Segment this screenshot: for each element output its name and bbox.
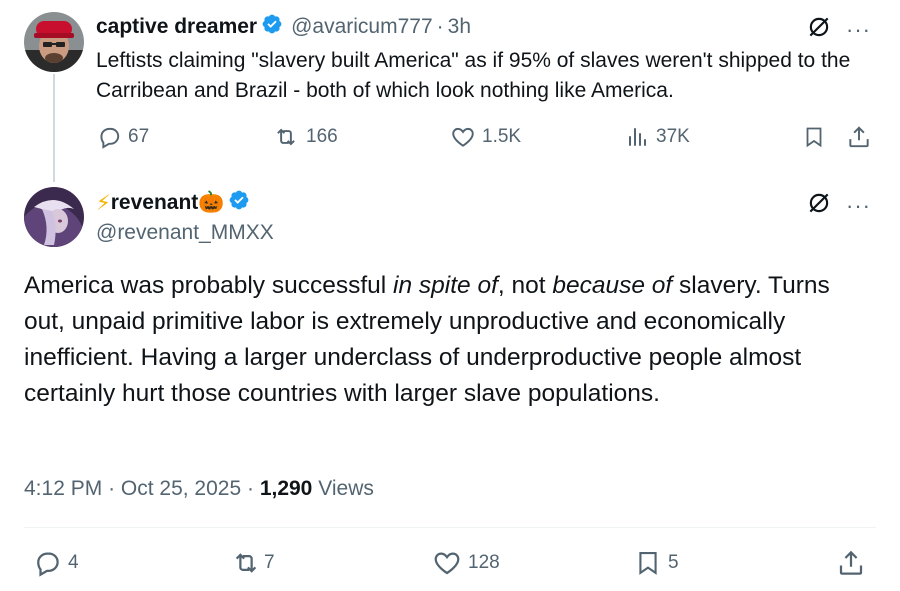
share-icon bbox=[849, 126, 869, 148]
views-count: 37K bbox=[656, 126, 690, 147]
share-icon bbox=[839, 550, 863, 575]
divider bbox=[24, 527, 876, 528]
bookmark-button[interactable]: 5 bbox=[634, 548, 679, 578]
reply-icon bbox=[100, 127, 120, 149]
more-options-icon[interactable]: ··· bbox=[846, 194, 871, 217]
tweet-text-segment: , not bbox=[497, 272, 553, 299]
separator-dot: · bbox=[436, 15, 444, 38]
main-tweet-header: ⚡ revenant 🎃 bbox=[96, 188, 250, 218]
separator-dot: · bbox=[246, 477, 260, 500]
verified-badge-icon bbox=[228, 189, 250, 217]
views-button[interactable]: 37K bbox=[626, 124, 690, 150]
analytics-icon bbox=[629, 128, 646, 146]
tweet-text-emphasis: because of bbox=[552, 272, 673, 299]
parent-tweet-top-actions: ··· bbox=[806, 14, 871, 45]
grok-icon[interactable] bbox=[806, 14, 832, 45]
main-tweet-top-actions: ··· bbox=[806, 190, 871, 221]
main-tweet-text: America was probably successful in spite… bbox=[24, 268, 874, 412]
parent-tweet-header: captive dreamer @avaricum777 · 3h bbox=[96, 12, 471, 42]
like-count: 128 bbox=[468, 552, 500, 573]
like-button[interactable]: 1.5K bbox=[450, 124, 521, 150]
lightning-emoji: ⚡ bbox=[96, 191, 111, 215]
like-button[interactable]: 128 bbox=[432, 548, 500, 578]
grok-icon[interactable] bbox=[806, 190, 832, 221]
avatar[interactable] bbox=[24, 187, 84, 247]
tweet-metadata: 4:12 PM · Oct 25, 2025 · 1,290 Views bbox=[24, 477, 374, 501]
views-label: Views bbox=[318, 477, 374, 500]
handle-row: @revenant_MMXX bbox=[96, 218, 274, 248]
reply-icon bbox=[37, 552, 59, 577]
tweet-text-emphasis: in spite of bbox=[393, 272, 498, 299]
tweet-text-segment: America was probably successful bbox=[24, 272, 394, 299]
views-count: 1,290 bbox=[259, 477, 313, 500]
repost-icon bbox=[235, 553, 257, 573]
heart-icon bbox=[452, 127, 474, 147]
bookmark-button[interactable] bbox=[802, 124, 826, 150]
bookmark-icon bbox=[639, 552, 657, 575]
share-button[interactable] bbox=[846, 124, 872, 150]
more-options-icon[interactable]: ··· bbox=[846, 18, 871, 41]
heart-icon bbox=[434, 552, 460, 575]
reply-button[interactable]: 67 bbox=[96, 124, 149, 150]
post-date[interactable]: Oct 25, 2025 bbox=[121, 477, 241, 500]
post-time[interactable]: 4:12 PM bbox=[24, 477, 102, 500]
repost-count: 166 bbox=[306, 126, 338, 147]
pumpkin-emoji: 🎃 bbox=[198, 191, 225, 214]
repost-count: 7 bbox=[264, 552, 275, 573]
repost-button[interactable]: 7 bbox=[230, 548, 275, 578]
handle[interactable]: @avaricum777 bbox=[291, 15, 433, 39]
share-button[interactable] bbox=[836, 548, 866, 578]
display-name[interactable]: revenant bbox=[111, 191, 199, 215]
reply-count: 4 bbox=[68, 552, 79, 573]
timestamp[interactable]: 3h bbox=[448, 15, 471, 39]
repost-icon bbox=[277, 128, 295, 146]
like-count: 1.5K bbox=[482, 126, 522, 147]
avatar[interactable] bbox=[24, 12, 84, 72]
verified-badge-icon bbox=[261, 13, 283, 41]
bookmark-count: 5 bbox=[668, 552, 679, 573]
reply-count: 67 bbox=[128, 126, 150, 147]
separator-dot: · bbox=[108, 477, 121, 500]
thread-connector-line bbox=[53, 74, 55, 182]
bookmark-icon bbox=[806, 127, 822, 148]
reply-button[interactable]: 4 bbox=[32, 548, 79, 578]
handle[interactable]: @revenant_MMXX bbox=[96, 221, 274, 245]
parent-tweet-text: Leftists claiming "slavery built America… bbox=[96, 49, 851, 102]
display-name[interactable]: captive dreamer bbox=[96, 15, 257, 39]
repost-button[interactable]: 166 bbox=[272, 124, 338, 150]
